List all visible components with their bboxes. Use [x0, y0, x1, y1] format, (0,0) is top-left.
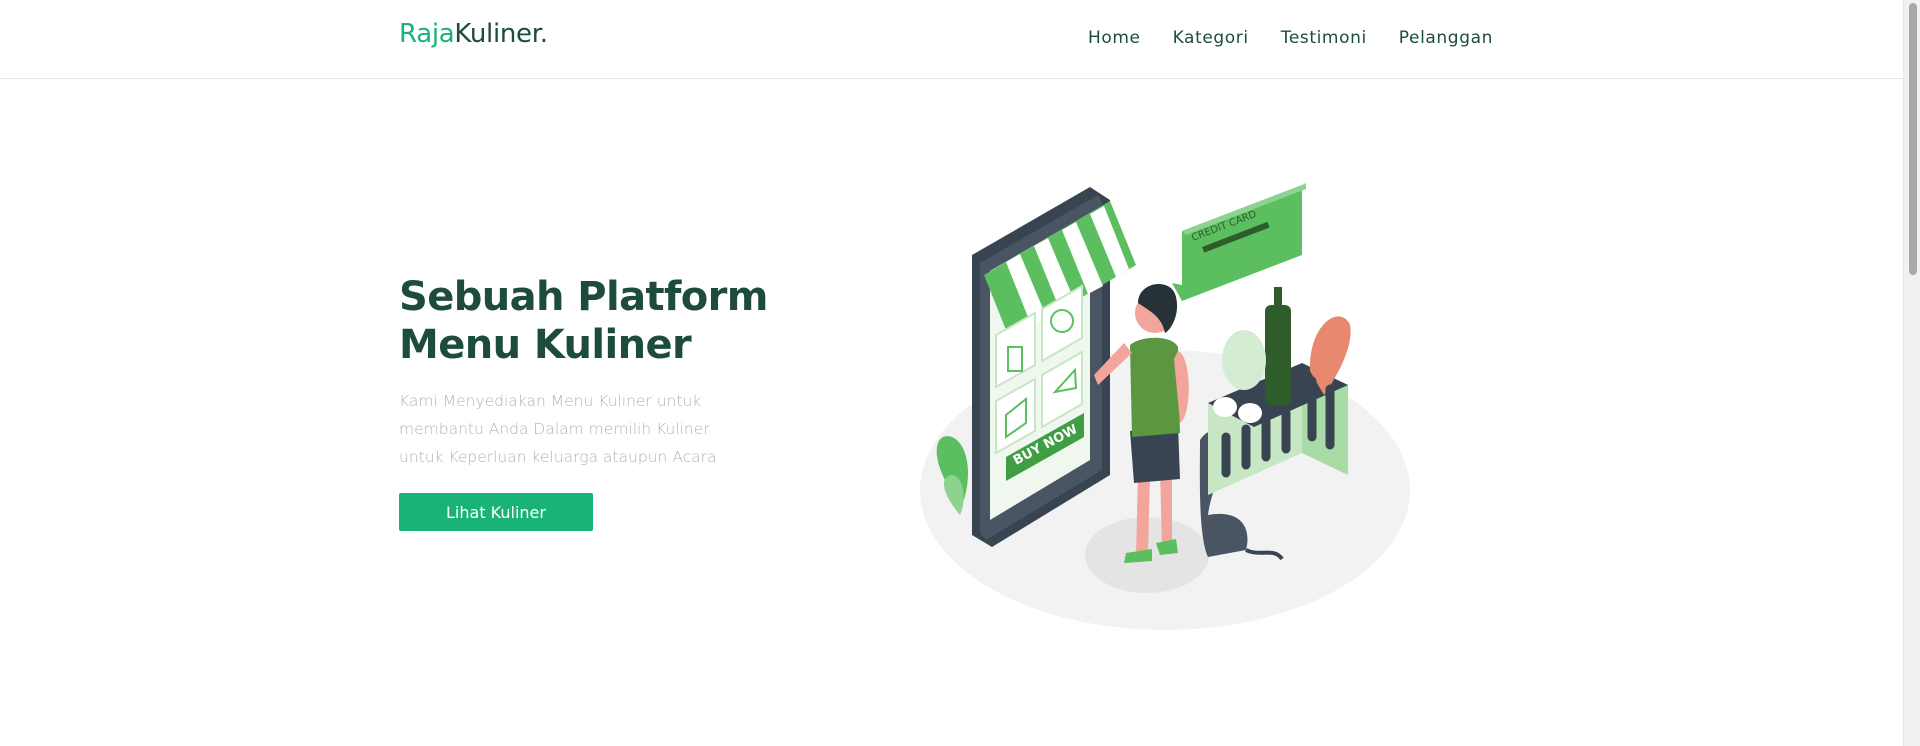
- scrollbar-thumb[interactable]: [1909, 3, 1917, 275]
- main-nav: Home Kategori Testimoni Pelanggan: [1088, 27, 1525, 49]
- hero-title: Sebuah Platform Menu Kuliner: [399, 273, 799, 369]
- hero-description: Kami Menyediakan Menu Kuliner untuk memb…: [399, 392, 717, 466]
- brand-accent: Raja: [399, 19, 455, 49]
- brand-rest: Kuliner.: [454, 19, 548, 49]
- navbar: RajaKuliner. Home Kategori Testimoni Pel…: [0, 0, 1904, 79]
- hero-title-line2: Menu Kuliner: [399, 322, 692, 368]
- hero-illustration: CREDIT CARD BUY NOW: [920, 183, 1410, 630]
- brand-logo[interactable]: RajaKuliner.: [399, 19, 548, 49]
- nav-item-pelanggan[interactable]: Pelanggan: [1399, 27, 1493, 49]
- nav-item-kategori[interactable]: Kategori: [1173, 27, 1249, 49]
- page-scrollbar[interactable]: [1903, 0, 1920, 746]
- lihat-kuliner-button[interactable]: Lihat Kuliner: [399, 493, 593, 531]
- hero-title-line1: Sebuah Platform: [399, 274, 768, 320]
- illustration-art: [920, 183, 1410, 630]
- nav-item-home[interactable]: Home: [1088, 27, 1141, 49]
- nav-item-testimoni[interactable]: Testimoni: [1281, 27, 1367, 49]
